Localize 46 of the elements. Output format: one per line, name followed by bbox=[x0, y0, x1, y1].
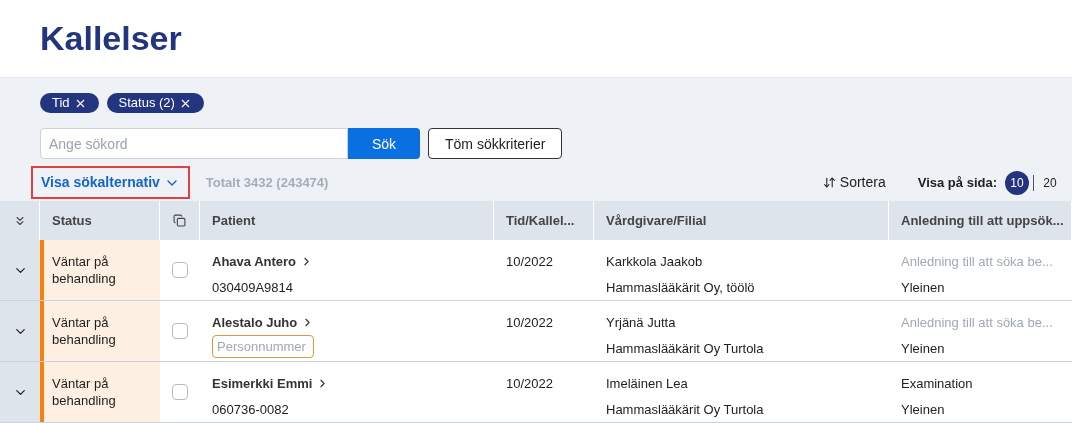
patient-id: 030409A9814 bbox=[212, 278, 294, 297]
page-title: Kallelser bbox=[40, 18, 182, 59]
column-header[interactable]: Patient bbox=[212, 210, 256, 231]
reason-text: Anledning till att söka be... bbox=[901, 253, 1054, 271]
row-checkbox[interactable] bbox=[172, 262, 188, 278]
column-header[interactable]: Anledning till att uppsök... bbox=[901, 210, 1064, 231]
column-header[interactable]: Tid/Kallel... bbox=[506, 210, 575, 231]
time-text: 10/2022 bbox=[506, 315, 553, 330]
sort-button[interactable]: Sortera bbox=[822, 172, 886, 193]
status-text: Väntar på behandling bbox=[51, 253, 117, 287]
row-checkbox[interactable] bbox=[172, 323, 188, 339]
patient-id: 060736-0082 bbox=[212, 400, 290, 419]
page-size-option[interactable]: 10 bbox=[1005, 170, 1029, 195]
branch-name: Hammaslääkärit Oy Turtola bbox=[606, 400, 765, 419]
provider-name: Yrjänä Jutta bbox=[606, 314, 677, 332]
column-header[interactable]: Vårdgivare/Filial bbox=[606, 210, 707, 231]
status-text: Väntar på behandling bbox=[51, 375, 117, 409]
patient-link[interactable]: Alestalo Juho bbox=[212, 313, 482, 333]
filter-chip[interactable]: Tid bbox=[40, 93, 99, 113]
branch-name: Hammaslääkärit Oy Turtola bbox=[606, 339, 765, 358]
select-all-icon[interactable] bbox=[173, 214, 186, 227]
id-field[interactable]: Personnummer bbox=[212, 334, 314, 358]
reason-type: Yleinen bbox=[901, 278, 946, 297]
branch-name: Hammaslääkärit Oy, töölö bbox=[606, 278, 756, 297]
status-text: Väntar på behandling bbox=[51, 314, 117, 348]
provider-name: Karkkola Jaakob bbox=[606, 253, 704, 271]
row-checkbox[interactable] bbox=[172, 384, 188, 400]
column-header[interactable]: Status bbox=[52, 210, 92, 231]
provider-name: Imeläinen Lea bbox=[606, 375, 689, 393]
search-field[interactable]: Ange sökord bbox=[40, 128, 348, 159]
filter-chip[interactable]: Status (2) bbox=[106, 93, 204, 113]
patient-link[interactable]: Esimerkki Emmi bbox=[212, 374, 482, 394]
sort-icon bbox=[822, 176, 836, 189]
time-text: 10/2022 bbox=[506, 254, 553, 269]
time-text: 10/2022 bbox=[506, 376, 553, 391]
search-button[interactable]: Sök bbox=[348, 128, 420, 159]
reason-type: Yleinen bbox=[901, 339, 946, 358]
reason-text: Anledning till att söka be... bbox=[901, 314, 1054, 332]
reason-type: Yleinen bbox=[901, 400, 946, 419]
clear-criteria-button[interactable]: Töm sökkriterier bbox=[428, 128, 563, 159]
reason-text: Examination bbox=[901, 375, 974, 393]
page-size-label: Visa på sida: bbox=[917, 173, 997, 192]
total-count: Totalt 3432 (243474) bbox=[205, 173, 329, 192]
page-size-option[interactable]: 20 bbox=[1038, 170, 1062, 195]
patient-link[interactable]: Ahava Antero bbox=[212, 252, 482, 272]
search-options-toggle[interactable]: Visa sökalternativ bbox=[31, 166, 190, 199]
